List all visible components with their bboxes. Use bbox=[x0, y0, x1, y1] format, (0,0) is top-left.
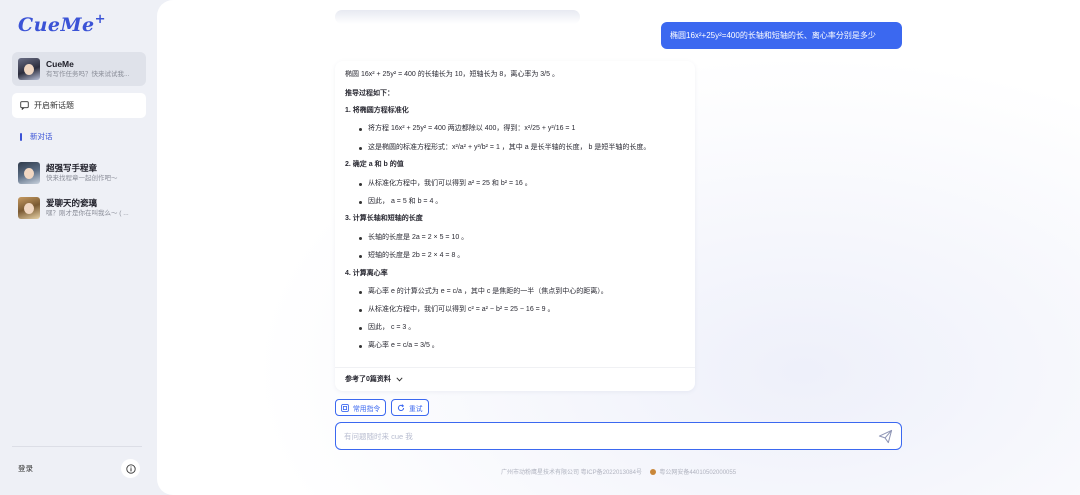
sidebar-divider bbox=[12, 446, 142, 447]
references-toggle[interactable]: 参考了0篇资料 bbox=[345, 374, 403, 384]
step-heading: 1. 将椭圆方程标准化 bbox=[345, 107, 409, 114]
answer-summary: 椭圆 16x² + 25y² = 400 的长轴长为 10，短轴长为 8，离心率… bbox=[345, 71, 559, 78]
avatar bbox=[18, 197, 40, 219]
chat-title: 超强写手程章 bbox=[46, 162, 98, 173]
step-bullet: 离心率 e = c/a = 3/5 。 bbox=[368, 342, 439, 349]
info-button[interactable] bbox=[121, 459, 140, 478]
user-message: 椭圆16x²+25y²=400的长轴和短轴的长、离心率分别是多少 bbox=[661, 22, 902, 49]
step-bullet: 因此， c = 3 。 bbox=[368, 324, 416, 331]
step-bullet: 因此， a = 5 和 b = 4 。 bbox=[368, 198, 443, 205]
app-root: CueMe+ CueMe 有写作任务吗？快来试试我... 开启新话题 新对话 超… bbox=[0, 0, 1080, 495]
step-bullet: 离心率 e 的计算公式为 e = c/a ，其中 c 是焦距的一半（焦点到中心的… bbox=[368, 288, 608, 295]
section-label-new-chat: 新对话 bbox=[20, 131, 53, 142]
message-input[interactable] bbox=[344, 428, 864, 444]
avatar bbox=[18, 162, 40, 184]
sidebar-chat-writer[interactable]: 超强写手程章 快来找程章一起创作吧～ bbox=[12, 156, 146, 190]
send-icon[interactable] bbox=[878, 429, 893, 444]
chat-subtitle: 有写作任务吗？快来试试我... bbox=[46, 70, 130, 78]
avatar bbox=[18, 58, 40, 80]
new-chat-icon bbox=[20, 101, 29, 110]
step-bullet: 从标准化方程中，我们可以得到 c² = a² − b² = 25 − 16 = … bbox=[368, 306, 555, 313]
step-bullet: 短轴的长度是 2b = 2 × 4 = 8 。 bbox=[368, 252, 465, 259]
step-bullet: 将方程 16x² + 25y² = 400 两边都除以 400，得到：x²/25… bbox=[368, 125, 576, 132]
step-bullet: 长轴的长度是 2a = 2 × 5 = 10 。 bbox=[368, 234, 469, 241]
login-link[interactable]: 登录 bbox=[18, 463, 33, 474]
new-chat-label: 开启新话题 bbox=[34, 101, 74, 110]
icp-text[interactable]: 广州市动粉鹰星技术有限公司 粤ICP备2022013084号 bbox=[501, 470, 642, 476]
step-bullet: 从标准化方程中，我们可以得到 a² = 25 和 b² = 16 。 bbox=[368, 180, 532, 187]
chat-subtitle: 嘿？刚才是你在叫我么～ ( ... bbox=[46, 209, 129, 217]
new-chat-button[interactable]: 开启新话题 bbox=[12, 93, 146, 118]
sidebar: CueMe+ CueMe 有写作任务吗？快来试试我... 开启新话题 新对话 超… bbox=[0, 0, 157, 495]
derivation-label: 推导过程如下： bbox=[345, 90, 394, 97]
police-text[interactable]: 粤公网安备44010502000055 bbox=[659, 470, 736, 476]
chat-subtitle: 快来找程章一起创作吧～ bbox=[46, 174, 118, 182]
step-heading: 3. 计算长轴和短轴的长度 bbox=[345, 215, 423, 222]
police-badge-icon bbox=[649, 469, 656, 475]
step-heading: 2. 确定 a 和 b 的值 bbox=[345, 161, 404, 168]
retry-button[interactable]: 重试 bbox=[391, 399, 429, 416]
chat-title: 爱聊天的瓷璃 bbox=[46, 197, 98, 208]
message-composer bbox=[335, 422, 902, 450]
refresh-icon bbox=[397, 403, 405, 411]
commands-icon bbox=[341, 403, 349, 412]
chevron-down-icon bbox=[396, 376, 403, 382]
footer: 广州市动粉鹰星技术有限公司 粤ICP备2022013084号 粤公网安备4401… bbox=[335, 467, 902, 476]
previous-message-fade bbox=[335, 10, 580, 24]
sidebar-chat-chatter[interactable]: 爱聊天的瓷璃 嘿？刚才是你在叫我么～ ( ... bbox=[12, 191, 146, 225]
info-icon bbox=[125, 463, 136, 474]
common-commands-button[interactable]: 常用指令 bbox=[335, 399, 387, 416]
chat-main: 椭圆16x²+25y²=400的长轴和短轴的长、离心率分别是多少 椭圆 16x²… bbox=[157, 0, 1080, 495]
app-logo[interactable]: CueMe+ bbox=[18, 12, 106, 36]
assistant-answer-card: 椭圆 16x² + 25y² = 400 的长轴长为 10，短轴长为 8，离心率… bbox=[335, 61, 695, 391]
step-bullet: 这是椭圆的标准方程形式：x²/a² + y²/b² = 1 ，其中 a 是长半轴… bbox=[368, 144, 651, 151]
card-divider bbox=[335, 367, 695, 368]
step-heading: 4. 计算离心率 bbox=[345, 270, 388, 277]
sidebar-chat-cueme[interactable]: CueMe 有写作任务吗？快来试试我... bbox=[12, 52, 146, 86]
chat-title: CueMe bbox=[46, 58, 74, 69]
